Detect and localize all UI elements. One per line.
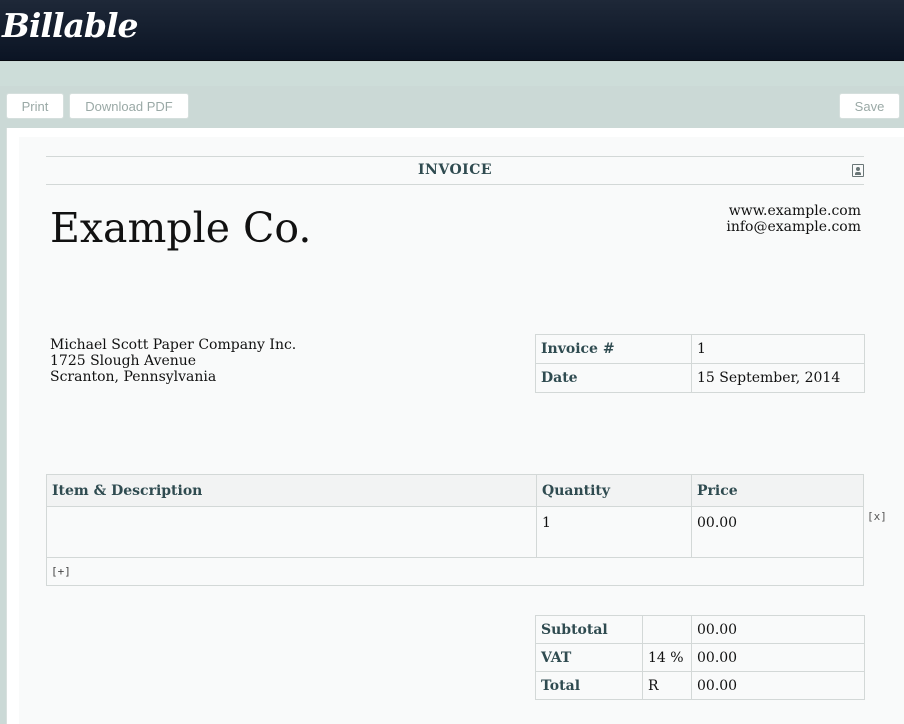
item-quantity-cell[interactable]: 1 (536, 506, 692, 558)
vat-value: 00.00 (691, 643, 865, 672)
item-price-cell[interactable]: 00.00 (691, 506, 864, 558)
app-logo[interactable]: Billable (2, 6, 138, 45)
invoice-date-value[interactable]: 15 September, 2014 (691, 363, 865, 393)
col-header-item: Item & Description (46, 474, 537, 507)
company-website[interactable]: www.example.com (726, 203, 861, 219)
col-header-price: Price (691, 474, 864, 507)
item-description-cell[interactable] (46, 506, 537, 558)
invoice-date-row: Date 15 September, 2014 (535, 363, 865, 393)
save-button[interactable]: Save (839, 93, 900, 119)
client-address: Michael Scott Paper Company Inc. 1725 Sl… (50, 337, 296, 385)
total-label: Total (535, 671, 643, 700)
table-row: 1 00.00 (46, 506, 864, 558)
currency-symbol[interactable]: R (642, 671, 692, 700)
invoice-meta-table: Invoice # 1 Date 15 September, 2014 (535, 334, 865, 393)
top-bar: Billable (0, 0, 904, 61)
totals-table: Subtotal 00.00 VAT 14 % 00.00 Total R 00… (535, 615, 865, 700)
subtotal-row: Subtotal 00.00 (535, 615, 865, 644)
toolbar: Print Download PDF Save (0, 86, 904, 128)
invoice-header: INVOICE (46, 156, 864, 185)
items-header-row: Item & Description Quantity Price (46, 474, 864, 507)
download-pdf-button[interactable]: Download PDF (69, 93, 189, 119)
vat-row: VAT 14 % 00.00 (535, 643, 865, 672)
add-item-button[interactable]: [+] (46, 557, 864, 586)
company-name[interactable]: Example Co. (50, 204, 311, 252)
vat-label: VAT (535, 643, 643, 672)
top-strip (0, 62, 904, 86)
client-name[interactable]: Michael Scott Paper Company Inc. (50, 337, 296, 353)
subtotal-extra (642, 615, 692, 644)
company-email[interactable]: info@example.com (726, 219, 861, 235)
client-city[interactable]: Scranton, Pennsylvania (50, 369, 296, 385)
subtotal-value: 00.00 (691, 615, 865, 644)
subtotal-label: Subtotal (535, 615, 643, 644)
invoice-number-row: Invoice # 1 (535, 334, 865, 364)
items-table: Item & Description Quantity Price 1 00.0… (46, 474, 864, 586)
invoice-title: INVOICE (417, 162, 493, 178)
remove-item-button[interactable]: [x] (867, 510, 887, 523)
invoice-number-label: Invoice # (535, 334, 692, 364)
vat-rate[interactable]: 14 % (642, 643, 692, 672)
company-contact: www.example.com info@example.com (726, 203, 861, 235)
add-row: [+] (46, 557, 864, 586)
contact-card-icon[interactable] (852, 164, 864, 177)
print-button[interactable]: Print (6, 93, 64, 119)
client-street[interactable]: 1725 Slough Avenue (50, 353, 296, 369)
invoice-number-value[interactable]: 1 (691, 334, 865, 364)
total-value: 00.00 (691, 671, 865, 700)
invoice-date-label: Date (535, 363, 692, 393)
total-row: Total R 00.00 (535, 671, 865, 700)
col-header-quantity: Quantity (536, 474, 692, 507)
